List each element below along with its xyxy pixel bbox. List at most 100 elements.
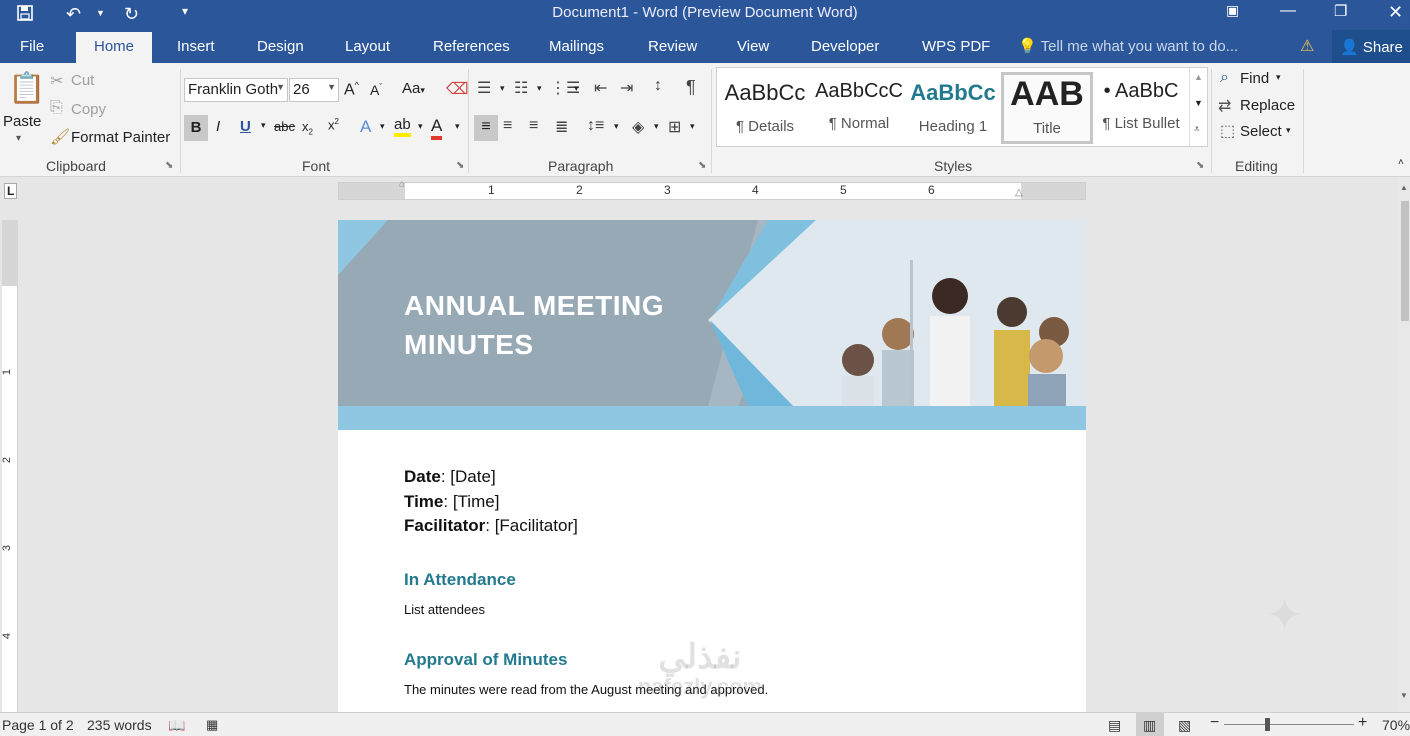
style-title[interactable]: AAB Title: [1001, 72, 1093, 144]
paste-dropdown-icon[interactable]: ▾: [16, 133, 21, 144]
tab-wps-pdf[interactable]: WPS PDF: [922, 38, 990, 55]
share-button[interactable]: 👤 Share: [1332, 30, 1410, 63]
select-button[interactable]: Select: [1240, 123, 1282, 140]
subscript-button[interactable]: x2: [302, 119, 313, 137]
tab-design[interactable]: Design: [257, 38, 304, 55]
replace-icon[interactable]: ⇄: [1218, 96, 1231, 116]
style-normal[interactable]: AaBbCcC ¶ Normal: [813, 72, 905, 144]
more-styles-icon[interactable]: ⩡: [1194, 124, 1200, 135]
format-painter-button[interactable]: Format Painter: [71, 129, 170, 146]
underline-button[interactable]: U: [240, 118, 251, 135]
scroll-down-icon[interactable]: ▼: [1400, 691, 1408, 700]
web-layout-icon[interactable]: ▧: [1178, 717, 1191, 734]
macro-icon[interactable]: ▦: [206, 717, 218, 733]
chevron-down-icon[interactable]: ▾: [614, 121, 619, 132]
font-launcher-icon[interactable]: ⬊: [456, 160, 464, 171]
italic-button[interactable]: I: [216, 118, 220, 135]
ribbon-display-icon[interactable]: ▣: [1226, 2, 1239, 19]
cut-icon[interactable]: ✂: [50, 71, 63, 91]
decrease-indent-icon[interactable]: ⇤: [594, 78, 607, 98]
read-mode-icon[interactable]: ▤: [1108, 717, 1121, 734]
scroll-up-icon[interactable]: ▲: [1400, 183, 1408, 192]
vertical-ruler[interactable]: 1 2 3 4: [1, 220, 18, 712]
chevron-down-icon[interactable]: ▾: [1286, 125, 1291, 136]
shading-icon[interactable]: ◈: [632, 117, 644, 137]
format-painter-icon[interactable]: 🖌: [50, 127, 70, 147]
replace-button[interactable]: Replace: [1240, 97, 1295, 114]
grow-font-icon[interactable]: A^: [344, 80, 359, 99]
styles-launcher-icon[interactable]: ⬊: [1196, 160, 1204, 171]
warning-icon[interactable]: ⚠: [1300, 36, 1314, 56]
tab-home[interactable]: Home: [76, 32, 153, 63]
copy-icon[interactable]: ⎘: [50, 99, 63, 117]
clipboard-launcher-icon[interactable]: ⬊: [165, 160, 173, 171]
tab-references[interactable]: References: [433, 38, 510, 55]
minimize-icon[interactable]: —: [1280, 2, 1296, 20]
vertical-scrollbar[interactable]: ▲ ▼: [1398, 177, 1410, 712]
highlight-icon[interactable]: ab: [394, 116, 411, 137]
increase-indent-icon[interactable]: ⇥: [620, 78, 633, 98]
find-icon[interactable]: ⌕: [1220, 69, 1229, 87]
restore-icon[interactable]: ❐: [1334, 2, 1347, 20]
tab-view[interactable]: View: [737, 38, 769, 55]
cut-button[interactable]: Cut: [71, 72, 94, 89]
paste-button[interactable]: Paste: [3, 113, 41, 130]
tab-review[interactable]: Review: [648, 38, 697, 55]
font-family-combo[interactable]: Franklin Goth ▼: [184, 78, 288, 102]
borders-icon[interactable]: ⊞: [668, 117, 681, 137]
zoom-out-icon[interactable]: −: [1210, 714, 1219, 732]
indent-marker[interactable]: ⌂: [399, 179, 405, 190]
chevron-down-icon[interactable]: ▾: [1276, 72, 1281, 83]
zoom-in-icon[interactable]: +: [1358, 714, 1367, 732]
zoom-slider-thumb[interactable]: [1265, 718, 1270, 731]
zoom-level[interactable]: 70%: [1382, 717, 1410, 733]
find-button[interactable]: Find: [1240, 70, 1269, 87]
tab-layout[interactable]: Layout: [345, 38, 390, 55]
style-heading-1[interactable]: AaBbCc Heading 1: [907, 72, 999, 144]
chevron-down-icon[interactable]: ▾: [455, 121, 460, 132]
tab-file[interactable]: File: [20, 38, 44, 55]
chevron-down-icon[interactable]: ▾: [690, 121, 695, 132]
scroll-up-icon[interactable]: ▲: [1194, 72, 1203, 82]
style-details[interactable]: AaBbCc ¶ Details: [719, 72, 811, 144]
chevron-down-icon[interactable]: ▼: [327, 82, 336, 92]
paste-icon[interactable]: 📋: [8, 71, 45, 106]
align-center-icon[interactable]: ≡: [503, 117, 512, 135]
chevron-down-icon[interactable]: ▾: [418, 121, 423, 132]
proofing-icon[interactable]: 📖: [168, 717, 185, 734]
horizontal-ruler[interactable]: 1 2 3 4 5 6 ⌂ △: [338, 179, 1086, 200]
chevron-down-icon[interactable]: ▾: [537, 83, 542, 94]
tab-insert[interactable]: Insert: [177, 38, 215, 55]
zoom-slider[interactable]: [1224, 724, 1354, 725]
chevron-down-icon[interactable]: ▾: [380, 121, 385, 132]
print-layout-icon[interactable]: ▥: [1136, 713, 1164, 736]
justify-icon[interactable]: ≣: [555, 117, 568, 137]
chevron-down-icon[interactable]: ▾: [261, 120, 266, 131]
close-icon[interactable]: ✕: [1388, 2, 1403, 23]
scrollbar-thumb[interactable]: [1401, 201, 1409, 321]
tab-stop-selector[interactable]: L: [4, 183, 18, 199]
superscript-button[interactable]: x2: [328, 117, 339, 132]
tab-developer[interactable]: Developer: [811, 38, 879, 55]
bold-button[interactable]: B: [184, 115, 208, 141]
collapse-ribbon-icon[interactable]: ˄: [1398, 157, 1404, 168]
page-count[interactable]: Page 1 of 2: [2, 717, 74, 733]
tell-me-search[interactable]: 💡 Tell me what you want to do...: [1018, 37, 1238, 55]
font-size-combo[interactable]: 26 ▼: [289, 78, 339, 102]
scroll-down-icon[interactable]: ▼: [1194, 98, 1203, 108]
chevron-down-icon[interactable]: ▾: [654, 121, 659, 132]
style-list-bullet[interactable]: • AaBbC ¶ List Bullet: [1095, 72, 1187, 144]
align-right-icon[interactable]: ≡: [529, 117, 538, 135]
show-formatting-icon[interactable]: ¶: [686, 77, 696, 98]
line-spacing-icon[interactable]: ↕≡: [587, 117, 604, 135]
sort-icon[interactable]: ↕: [654, 77, 662, 95]
change-case-button[interactable]: Aa▾: [402, 80, 425, 97]
shrink-font-icon[interactable]: Aˇ: [370, 82, 382, 98]
strikethrough-button[interactable]: abc: [274, 119, 295, 134]
chevron-down-icon[interactable]: ▾: [500, 83, 505, 94]
chevron-down-icon[interactable]: ▼: [276, 82, 285, 92]
select-icon[interactable]: ⬚: [1220, 121, 1235, 141]
chevron-down-icon[interactable]: ▾: [574, 83, 579, 94]
copy-button[interactable]: Copy: [71, 101, 106, 118]
paragraph-launcher-icon[interactable]: ⬊: [698, 160, 706, 171]
